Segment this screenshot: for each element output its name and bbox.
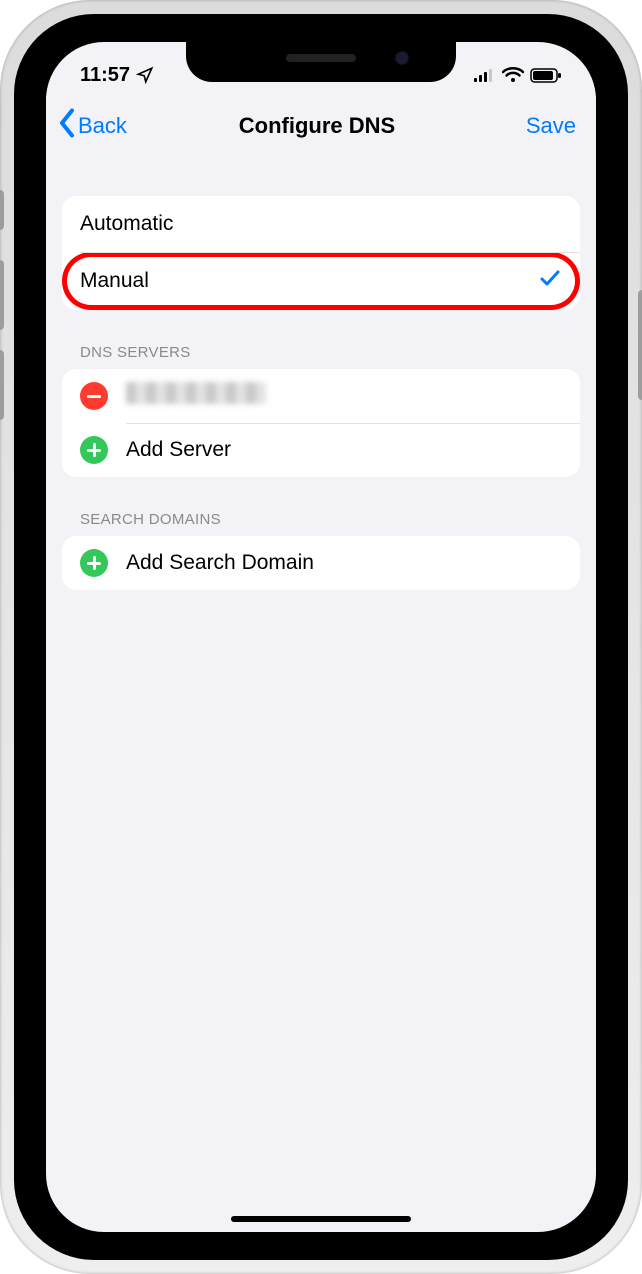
volume-down-button[interactable]	[0, 350, 4, 420]
add-server-label: Add Server	[126, 438, 562, 462]
dns-mode-automatic[interactable]: Automatic	[62, 196, 580, 252]
row-label: Automatic	[80, 212, 562, 236]
front-camera	[396, 52, 408, 64]
silence-switch[interactable]	[0, 190, 4, 230]
add-search-domain-row[interactable]: Add Search Domain	[62, 536, 580, 590]
volume-up-button[interactable]	[0, 260, 4, 330]
dns-servers-header: DNS SERVERS	[80, 344, 580, 361]
add-icon	[80, 549, 108, 577]
battery-icon	[530, 68, 562, 83]
page-title: Configure DNS	[168, 113, 466, 139]
power-button[interactable]	[638, 290, 642, 400]
dns-servers-group: Add Server	[62, 369, 580, 477]
row-label: Manual	[80, 269, 538, 293]
dns-server-row[interactable]	[62, 369, 580, 423]
dns-mode-manual[interactable]: Manual	[62, 252, 580, 310]
search-domains-group: Add Search Domain	[62, 536, 580, 590]
notch	[186, 42, 456, 82]
add-icon	[80, 436, 108, 464]
chevron-left-icon	[58, 108, 76, 144]
add-server-row[interactable]: Add Server	[62, 423, 580, 477]
back-button[interactable]: Back	[58, 108, 168, 144]
home-indicator[interactable]	[231, 1216, 411, 1222]
phone-bezel: 11:57	[14, 14, 628, 1260]
search-domains-header: SEARCH DOMAINS	[80, 511, 580, 528]
phone-frame: 11:57	[0, 0, 642, 1274]
status-time: 11:57	[80, 64, 130, 87]
save-button[interactable]: Save	[466, 113, 576, 139]
checkmark-icon	[538, 266, 562, 296]
content: Automatic Manual DNS SERVERS	[46, 196, 596, 590]
redacted-text	[126, 382, 266, 404]
screen: 11:57	[46, 42, 596, 1232]
wifi-icon	[502, 67, 524, 83]
location-icon	[136, 66, 154, 84]
dns-mode-group: Automatic Manual	[62, 196, 580, 310]
speaker-grille	[286, 54, 356, 62]
server-address	[126, 382, 562, 410]
remove-icon[interactable]	[80, 382, 108, 410]
nav-header: Back Configure DNS Save	[46, 96, 596, 160]
back-label: Back	[78, 113, 127, 139]
cellular-signal-icon	[474, 68, 496, 82]
add-search-domain-label: Add Search Domain	[126, 551, 562, 575]
